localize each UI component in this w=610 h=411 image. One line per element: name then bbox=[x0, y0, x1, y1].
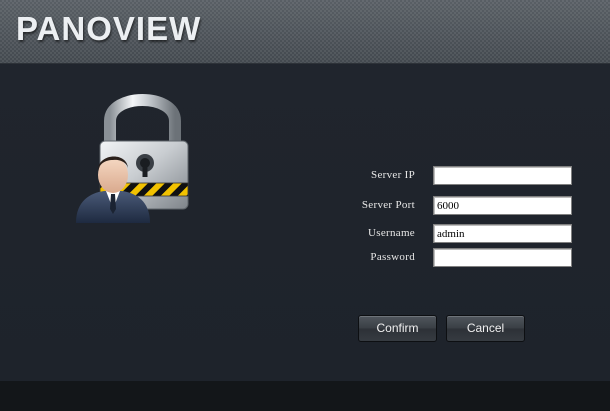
server-port-label: Server Port bbox=[361, 199, 415, 211]
confirm-button[interactable]: Confirm bbox=[358, 315, 437, 342]
password-input[interactable] bbox=[433, 248, 572, 267]
header-bar: PANOVIEW bbox=[0, 0, 610, 64]
login-window: PANOVIEW Server IP Server Port 6000 User… bbox=[0, 0, 610, 411]
brand-logo: PANOVIEW bbox=[16, 10, 202, 47]
padlock-user-icon bbox=[70, 83, 200, 223]
username-label: Username bbox=[368, 227, 415, 239]
username-row: Username bbox=[300, 224, 572, 246]
footer-bar bbox=[0, 381, 610, 411]
password-label: Password bbox=[370, 251, 415, 263]
server-port-input[interactable] bbox=[433, 196, 572, 215]
password-row: Password bbox=[300, 248, 572, 270]
username-input[interactable] bbox=[433, 224, 572, 243]
cancel-button[interactable]: Cancel bbox=[446, 315, 525, 342]
server-port-row: Server Port bbox=[300, 196, 572, 218]
server-ip-row: Server IP bbox=[300, 166, 572, 188]
server-ip-input[interactable] bbox=[433, 166, 572, 185]
server-ip-label: Server IP bbox=[371, 169, 415, 181]
